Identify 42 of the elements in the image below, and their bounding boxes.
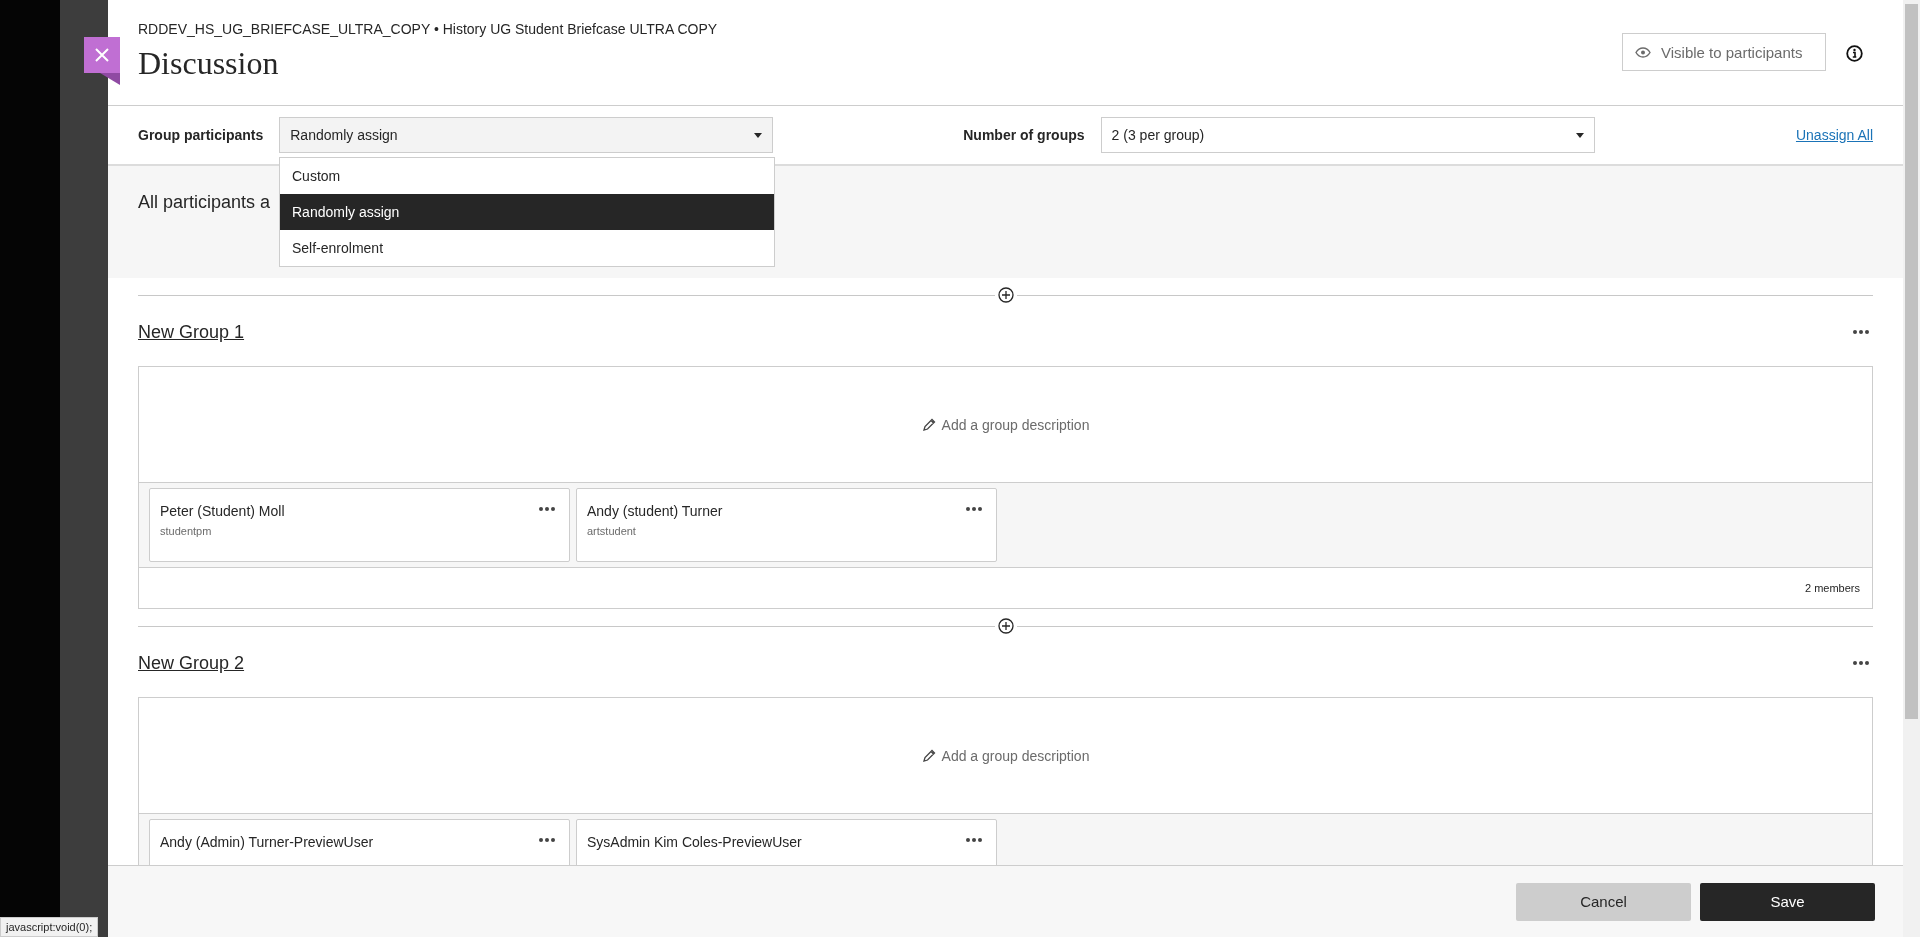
number-of-groups-select[interactable]: 2 (3 per group): [1100, 117, 1595, 153]
member-count: 2 members: [1804, 582, 1860, 594]
status-text: javascript:void(0);: [0, 917, 99, 937]
add-description-button[interactable]: Add a group description: [915, 746, 1096, 765]
member-name: Andy (student) Turner: [587, 503, 723, 519]
member-name: Andy (Admin) Turner-PreviewUser: [160, 834, 374, 850]
more-icon: [966, 507, 982, 511]
page-title: Discussion: [138, 45, 280, 82]
scrollbar-thumb[interactable]: [1905, 4, 1918, 719]
member-name: Peter (Student) Moll: [160, 503, 285, 519]
more-icon: [966, 838, 982, 842]
more-icon: [539, 838, 555, 842]
close-icon: [95, 48, 109, 62]
scrollbar[interactable]: [1903, 0, 1920, 937]
caret-icon: [1575, 132, 1584, 138]
field-label: Number of groups: [963, 127, 1085, 143]
pencil-icon: [921, 748, 936, 763]
member-username: artstudent: [587, 525, 637, 537]
section-heading: All participants a: [138, 192, 271, 213]
save-button[interactable]: Save: [1700, 882, 1875, 921]
more-icon: [1853, 661, 1869, 665]
unassign-all-link[interactable]: Unassign All: [1795, 127, 1873, 143]
add-icon[interactable]: [997, 618, 1014, 634]
group-title[interactable]: New Group 1: [138, 321, 245, 343]
add-description-button[interactable]: Add a group description: [915, 415, 1096, 434]
group-participants-select[interactable]: Randomly assign: [279, 117, 774, 153]
caret-icon: [754, 132, 763, 138]
field-label: Group participants: [138, 127, 264, 143]
breadcrumb: RDDEV_HS_UG_BRIEFCASE_ULTRA_COPY • History UG Student Briefcase ULTRA COPY: [138, 21, 719, 37]
eye-icon: [1635, 46, 1651, 58]
member-name: SysAdmin Kim Coles-PreviewUser: [587, 834, 802, 850]
add-icon[interactable]: [997, 287, 1014, 303]
close-button[interactable]: [84, 37, 120, 73]
more-icon: [539, 507, 555, 511]
pencil-icon: [921, 417, 936, 432]
group-title[interactable]: New Group 2: [138, 652, 245, 674]
cancel-button[interactable]: Cancel: [1516, 882, 1691, 921]
visibility-button[interactable]: Visible to participants: [1622, 33, 1826, 71]
dropdown-option[interactable]: Randomly assign: [280, 194, 774, 230]
info-icon[interactable]: [1846, 45, 1863, 62]
member-username: studentpm: [160, 525, 213, 537]
more-icon: [1853, 330, 1869, 334]
